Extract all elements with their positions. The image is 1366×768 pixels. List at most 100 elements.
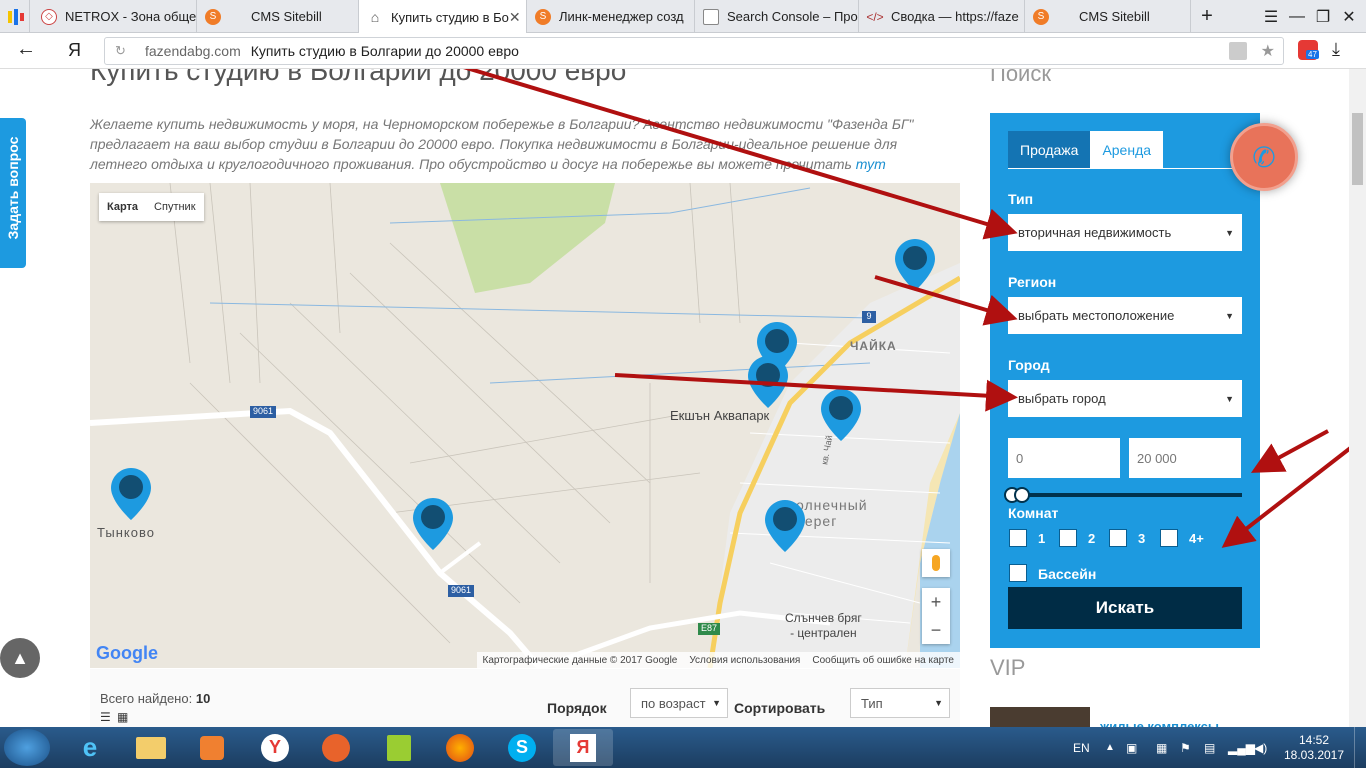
tray-app-icon[interactable]: ▤ — [1204, 727, 1215, 768]
type-select[interactable]: вторичная недвижимость ▼ — [1008, 214, 1242, 251]
map-label-sunny-beach-center: Слънчев бряг - централен — [785, 611, 862, 640]
download-icon[interactable]: ⤓ — [1332, 39, 1340, 60]
yandex-taskbar-icon[interactable]: Я — [553, 729, 613, 766]
show-desktop-button[interactable] — [1354, 727, 1366, 768]
windows-start-button[interactable] — [4, 729, 50, 766]
order-select[interactable]: по возраст ▼ — [630, 688, 728, 718]
volume-icon[interactable]: ◀) — [1254, 727, 1267, 768]
pool-label: Бассейн — [1038, 566, 1097, 582]
map-report-link[interactable]: Сообщить об ошибке на карте — [812, 655, 954, 666]
tab-rent[interactable]: Аренда — [1090, 131, 1164, 168]
back-arrow-icon[interactable]: ← — [16, 38, 36, 61]
search-panel: Продажа Аренда Тип вторичная недвижимост… — [990, 113, 1260, 648]
tray-app-icon[interactable]: ▣ — [1126, 727, 1137, 768]
street-view-pegman-icon[interactable] — [922, 549, 950, 577]
zoom-in-button[interactable]: + — [922, 588, 950, 616]
tray-app-icon[interactable]: ▦ — [1156, 727, 1167, 768]
map-label-aquapark: Екшън Аквапарк — [670, 408, 770, 423]
minimize-icon[interactable]: — — [1284, 0, 1310, 33]
signal-icon[interactable]: ▂▄▆ — [1228, 727, 1255, 768]
map-footer: Картографические данные © 2017 Google Ус… — [476, 652, 960, 668]
vip-thumbnail[interactable] — [990, 707, 1090, 727]
rooms-checkbox-1[interactable] — [1009, 529, 1027, 547]
search-title: Поиск — [990, 69, 1051, 86]
rooms-checkbox-2[interactable] — [1059, 529, 1077, 547]
browser-tab-link-manager[interactable]: S Линк-менеджер созд — [527, 0, 695, 33]
language-indicator[interactable]: EN — [1073, 727, 1090, 768]
chevron-down-icon: ▼ — [1225, 310, 1234, 321]
browser-tab-netrox[interactable]: ◇ NETROX - Зона общего — [33, 0, 197, 33]
lock-icon[interactable] — [1229, 42, 1247, 60]
rooms-checkbox-3[interactable] — [1109, 529, 1127, 547]
menu-icon[interactable]: ☰ — [1258, 0, 1284, 33]
browser-tab-svodka[interactable]: </> Сводка — https://faze — [859, 0, 1025, 33]
city-select[interactable]: выбрать город ▼ — [1008, 380, 1242, 417]
google-logo: Google — [96, 643, 158, 663]
price-max-input[interactable]: 20 000 — [1129, 438, 1241, 478]
restore-icon[interactable]: ❐ — [1310, 0, 1336, 33]
media-reel-icon[interactable] — [306, 729, 366, 766]
close-window-icon[interactable]: ✕ — [1336, 0, 1362, 33]
yandex-logo-icon[interactable]: Я — [68, 40, 81, 61]
price-slider[interactable] — [1004, 487, 1242, 503]
rooms-checkbox-4plus[interactable] — [1160, 529, 1178, 547]
sort-select[interactable]: Тип ▼ — [850, 688, 950, 718]
map-type-button[interactable]: Карта — [99, 193, 146, 221]
chevron-down-icon: ▼ — [712, 698, 721, 708]
ask-question-tab[interactable]: Задать вопрос — [0, 118, 26, 268]
order-label: Порядок — [547, 700, 607, 716]
road-label-e87: E87 — [698, 623, 720, 635]
chevron-down-icon: ▼ — [1225, 393, 1234, 404]
new-tab-button[interactable]: + — [1192, 0, 1222, 33]
file-explorer-icon[interactable] — [121, 729, 181, 766]
rooms-label-1: 1 — [1038, 531, 1046, 546]
property-map[interactable]: Карта Спутник 9 9061 9061 E87 ЧАЙКА Екшъ… — [90, 183, 960, 668]
price-slider-max-handle[interactable] — [1014, 487, 1030, 503]
page-content: Купить студию в Болгарии до 20000 евро Ж… — [0, 69, 1366, 727]
price-min-input[interactable]: 0 — [1008, 438, 1120, 478]
sitebill-icon: S — [535, 8, 551, 25]
map-label-tynkovo: Тынково — [97, 525, 155, 540]
firefox-icon[interactable] — [430, 729, 490, 766]
map-terms-link[interactable]: Условия использования — [689, 655, 800, 666]
vip-item-link[interactable]: жилые комплексы — [1100, 719, 1219, 727]
chart-app-icon[interactable] — [369, 729, 429, 766]
results-bar: Всего найдено: 10 ☰ ▦ Порядок по возраст… — [90, 669, 960, 727]
chevron-up-icon: ▲ — [11, 647, 29, 668]
extension-icon[interactable]: 47 — [1298, 40, 1319, 60]
map-label-chayka: ЧАЙКА — [850, 339, 897, 353]
zoom-out-button[interactable]: − — [922, 616, 950, 644]
intro-text: Желаете купить недвижимость у моря, на Ч… — [90, 116, 914, 172]
grid-view-icon[interactable]: ▦ — [117, 710, 128, 724]
intro-link[interactable]: тут — [856, 156, 886, 172]
callback-phone-button[interactable]: ✆ — [1230, 123, 1298, 191]
region-select[interactable]: выбрать местоположение ▼ — [1008, 297, 1242, 334]
browser-tab-cms-sitebill[interactable]: S CMS Sitebill — [197, 0, 359, 33]
road-label-9061: 9061 — [250, 406, 276, 418]
address-field[interactable]: ↻ fazendabg.com Купить студию в Болгарии… — [104, 37, 1284, 65]
satellite-type-button[interactable]: Спутник — [146, 193, 203, 221]
close-tab-icon[interactable]: ✕ — [509, 9, 521, 26]
yandex-menu-button[interactable] — [0, 0, 30, 33]
list-view-icon[interactable]: ☰ — [100, 710, 111, 724]
scroll-to-top-button[interactable]: ▲ — [0, 638, 40, 678]
media-player-icon[interactable] — [182, 729, 242, 766]
browser-tab-active[interactable]: ⌂ Купить студию в Бо ✕ — [359, 0, 527, 34]
map-label-sunny-beach: олнечный берег — [796, 497, 868, 529]
netrox-icon: ◇ — [41, 8, 57, 25]
bookmark-star-icon[interactable]: ★ — [1261, 41, 1275, 61]
browser-tab-search-console[interactable]: Search Console – Про — [695, 0, 859, 33]
search-button[interactable]: Искать — [1008, 587, 1242, 629]
internet-explorer-icon[interactable]: e — [60, 729, 120, 766]
browser-tab-cms-sitebill-2[interactable]: S CMS Sitebill — [1025, 0, 1191, 33]
scrollbar-thumb[interactable] — [1352, 113, 1363, 185]
tray-expand-icon[interactable]: ▲ — [1105, 727, 1115, 768]
reload-icon[interactable]: ↻ — [115, 43, 126, 59]
flag-icon[interactable]: ⚑ — [1180, 727, 1191, 768]
tab-sale[interactable]: Продажа — [1008, 131, 1091, 168]
system-clock[interactable]: 14:52 18.03.2017 — [1280, 733, 1348, 763]
page-scrollbar[interactable] — [1349, 69, 1366, 727]
yandex-browser-icon[interactable]: Y — [245, 729, 305, 766]
skype-icon[interactable]: S — [492, 729, 552, 766]
pool-checkbox[interactable] — [1009, 564, 1027, 582]
